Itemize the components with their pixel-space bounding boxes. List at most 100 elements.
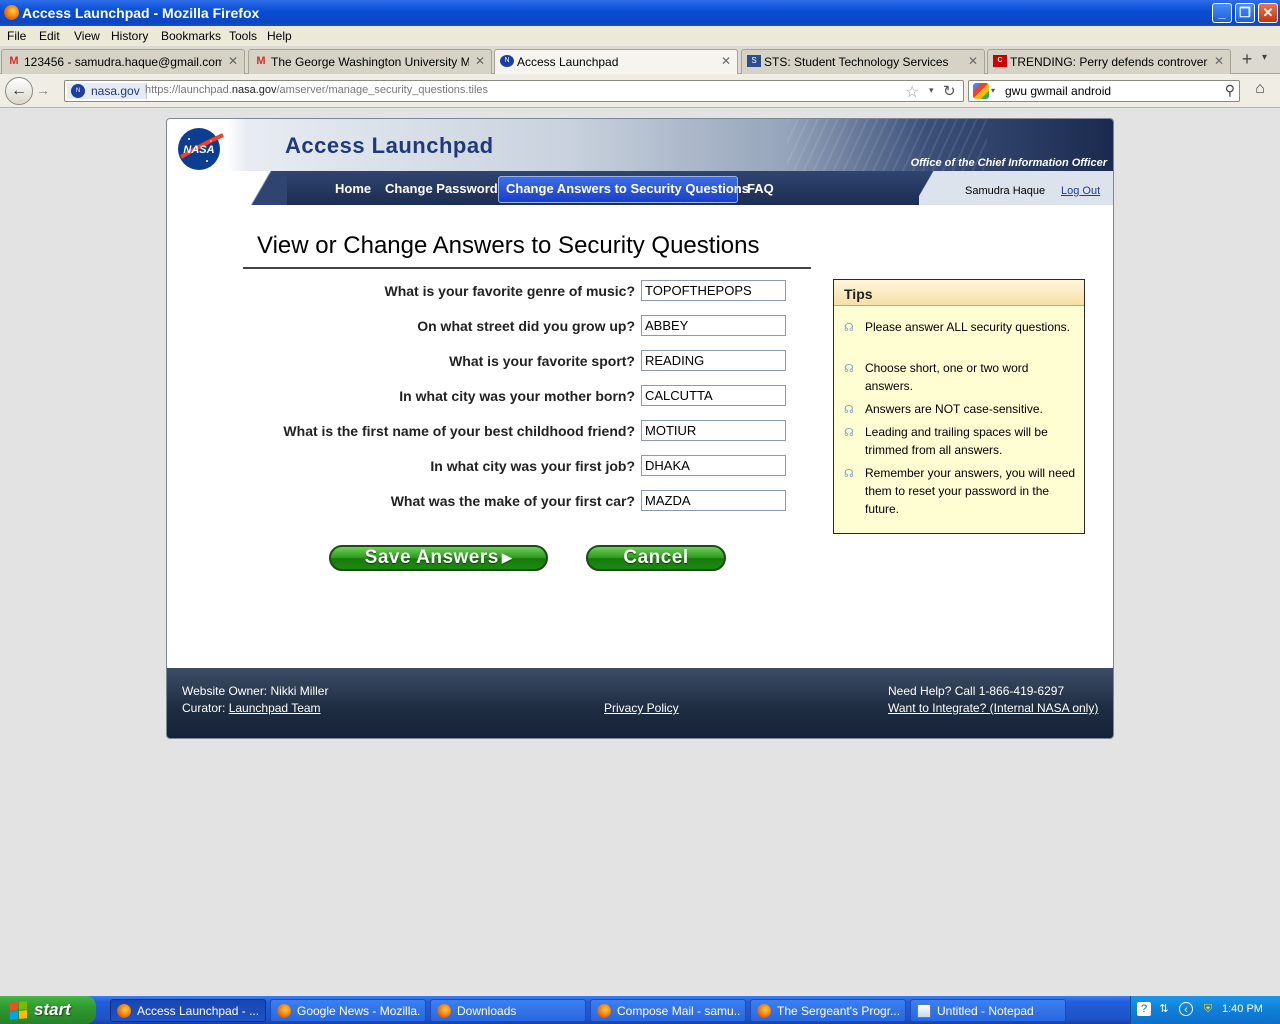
question-label-music: What is your favorite genre of music? (384, 283, 636, 299)
nasa-favicon-icon: N (71, 84, 85, 98)
url-bar[interactable]: N nasa.gov https://launchpad.nasa.gov/am… (64, 80, 964, 102)
navigation-toolbar: ← → N nasa.gov https://launchpad.nasa.go… (0, 74, 1280, 108)
firefox-icon (597, 1004, 611, 1018)
taskbar-item-label: Untitled - Notepad (937, 1004, 1034, 1018)
nav-change-password[interactable]: Change Password (385, 181, 498, 196)
nav-change-answers[interactable]: Change Answers to Security Questions (506, 181, 749, 196)
help-phone: Need Help? Call 1-866-419-6297 (888, 684, 1065, 698)
answer-input-first-job[interactable] (641, 455, 786, 476)
taskbar-item-label: Downloads (457, 1004, 517, 1018)
menu-view[interactable]: View (74, 29, 100, 43)
firefox-icon (437, 1004, 451, 1018)
help-tray-icon[interactable]: ? (1137, 1002, 1151, 1016)
bookmark-star-icon[interactable]: ☆ (905, 82, 919, 102)
url-path: /amserver/manage_security_questions.tile… (276, 84, 489, 96)
taskbar-item-google-news[interactable]: Google News - Mozilla... (270, 999, 426, 1022)
taskbar: start Access Launchpad - ... Google News… (0, 996, 1280, 1024)
question-label-mother-city: In what city was your mother born? (399, 388, 635, 404)
close-window-button[interactable]: ✕ (1258, 3, 1278, 23)
lightbulb-icon: ☊ (844, 322, 854, 334)
nasa-logo[interactable]: NASA (177, 127, 225, 171)
answer-input-first-car[interactable] (641, 490, 786, 511)
question-label-childhood-friend: What is the first name of your best chil… (283, 423, 635, 439)
tip-item: ☊ Choose short, one or two word answers. (844, 359, 1078, 395)
answer-input-childhood-friend[interactable] (641, 420, 786, 441)
tip-item: ☊ Answers are NOT case-sensitive. (844, 400, 1078, 418)
restore-button[interactable]: ❐ (1235, 3, 1255, 23)
launchpad-team-link[interactable]: Launchpad Team (229, 701, 321, 715)
search-icon[interactable]: ⚲ (1225, 82, 1235, 99)
site-subtitle: Office of the Chief Information Officer (910, 157, 1107, 169)
taskbar-item-label: The Sergeant's Progr... (777, 1004, 901, 1018)
save-answers-button[interactable]: Save Answers ▶ (329, 545, 548, 571)
curator-label: Curator: (182, 701, 226, 715)
security-shield-icon[interactable]: ⛨ (1201, 1002, 1215, 1016)
tip-item: ☊ Remember your answers, you will need th… (844, 464, 1078, 518)
answer-input-music[interactable] (641, 280, 786, 301)
menu-history[interactable]: History (111, 29, 148, 43)
tab-close-icon[interactable]: ✕ (721, 54, 731, 68)
google-icon[interactable] (973, 83, 989, 99)
page-viewport: NASA Access Launchpad Office of the Chie… (0, 109, 1280, 996)
network-tray-icon[interactable]: ⇅ (1157, 1002, 1171, 1016)
sts-icon: S (747, 55, 761, 67)
answer-input-mother-city[interactable] (641, 385, 786, 406)
page-title: View or Change Answers to Security Quest… (257, 232, 760, 259)
menu-edit[interactable]: Edit (39, 29, 60, 43)
back-arrow-icon[interactable]: ← (5, 77, 33, 105)
nav-faq[interactable]: FAQ (747, 181, 774, 196)
tab-close-icon[interactable]: ✕ (968, 54, 978, 68)
tip-text: Leading and trailing spaces will be trim… (865, 425, 1048, 457)
taskbar-item-label: Compose Mail - samu... (617, 1004, 741, 1018)
taskbar-item-sergeants-program[interactable]: The Sergeant's Progr... (750, 999, 906, 1022)
taskbar-item-downloads[interactable]: Downloads (430, 999, 586, 1022)
question-label-street: On what street did you grow up? (417, 318, 635, 334)
new-tab-icon[interactable]: + (1236, 50, 1258, 70)
menu-bar: File Edit View History Bookmarks Tools H… (0, 26, 1280, 46)
tab-close-icon[interactable]: ✕ (475, 54, 485, 68)
question-label-sport: What is your favorite sport? (449, 353, 635, 369)
minimize-button[interactable]: _ (1212, 3, 1232, 23)
menu-help[interactable]: Help (267, 29, 292, 43)
tab-gwu-mail[interactable]: M The George Washington University Mail … (248, 49, 492, 74)
tab-close-icon[interactable]: ✕ (1214, 54, 1224, 68)
nav-home[interactable]: Home (335, 181, 371, 196)
menu-bookmarks[interactable]: Bookmarks (161, 29, 221, 43)
logout-link[interactable]: Log Out (1061, 185, 1100, 197)
search-bar[interactable]: ▾ gwu gwmail android ⚲ (968, 80, 1240, 102)
integrate-link[interactable]: Want to Integrate? (Internal NASA only) (888, 701, 1098, 715)
firefox-icon (277, 1004, 291, 1018)
tab-gmail[interactable]: M 123456 - samudra.haque@gmail.com - ...… (1, 49, 245, 74)
question-label-first-car: What was the make of your first car? (390, 493, 635, 509)
tab-label: 123456 - samudra.haque@gmail.com - ... (24, 55, 222, 69)
taskbar-item-compose-mail[interactable]: Compose Mail - samu... (590, 999, 746, 1022)
search-engine-dropdown-icon[interactable]: ▾ (991, 86, 995, 95)
firefox-icon (4, 5, 19, 20)
search-input[interactable]: gwu gwmail android (1005, 84, 1111, 98)
tip-item: ☊ Leading and trailing spaces will be tri… (844, 423, 1078, 459)
url-text[interactable]: https://launchpad.nasa.gov/amserver/mana… (145, 84, 488, 96)
tab-cnn[interactable]: C TRENDING: Perry defends controversial … (987, 49, 1231, 74)
start-button[interactable]: start (0, 996, 96, 1024)
tab-close-icon[interactable]: ✕ (228, 54, 238, 68)
url-dropdown-icon[interactable]: ▾ (929, 85, 934, 96)
menu-file[interactable]: File (7, 29, 26, 43)
menu-tools[interactable]: Tools (229, 29, 257, 43)
answer-input-sport[interactable] (641, 350, 786, 371)
reload-icon[interactable]: ↻ (943, 82, 956, 100)
tab-sts[interactable]: S STS: Student Technology Services ✕ (741, 49, 985, 74)
privacy-policy-link[interactable]: Privacy Policy (604, 701, 679, 715)
cancel-button[interactable]: Cancel (586, 545, 726, 571)
home-icon[interactable]: ⌂ (1248, 80, 1272, 102)
answer-input-street[interactable] (641, 315, 786, 336)
taskbar-item-notepad[interactable]: Untitled - Notepad (910, 999, 1066, 1022)
collapse-tray-icon[interactable]: ‹ (1179, 1002, 1193, 1016)
forward-arrow-icon[interactable]: → (36, 82, 50, 98)
site-footer: Website Owner: Nikki Miller Curator: Lau… (167, 668, 1113, 738)
tab-list-icon[interactable]: ▾ (1262, 52, 1267, 63)
save-answers-label: Save Answers (364, 547, 499, 568)
site-identity-button[interactable]: N nasa.gov (67, 83, 147, 99)
taskbar-item-access-launchpad[interactable]: Access Launchpad - ... (110, 999, 266, 1022)
question-label-first-job: In what city was your first job? (430, 458, 635, 474)
tab-access-launchpad[interactable]: N Access Launchpad ✕ (494, 49, 738, 75)
